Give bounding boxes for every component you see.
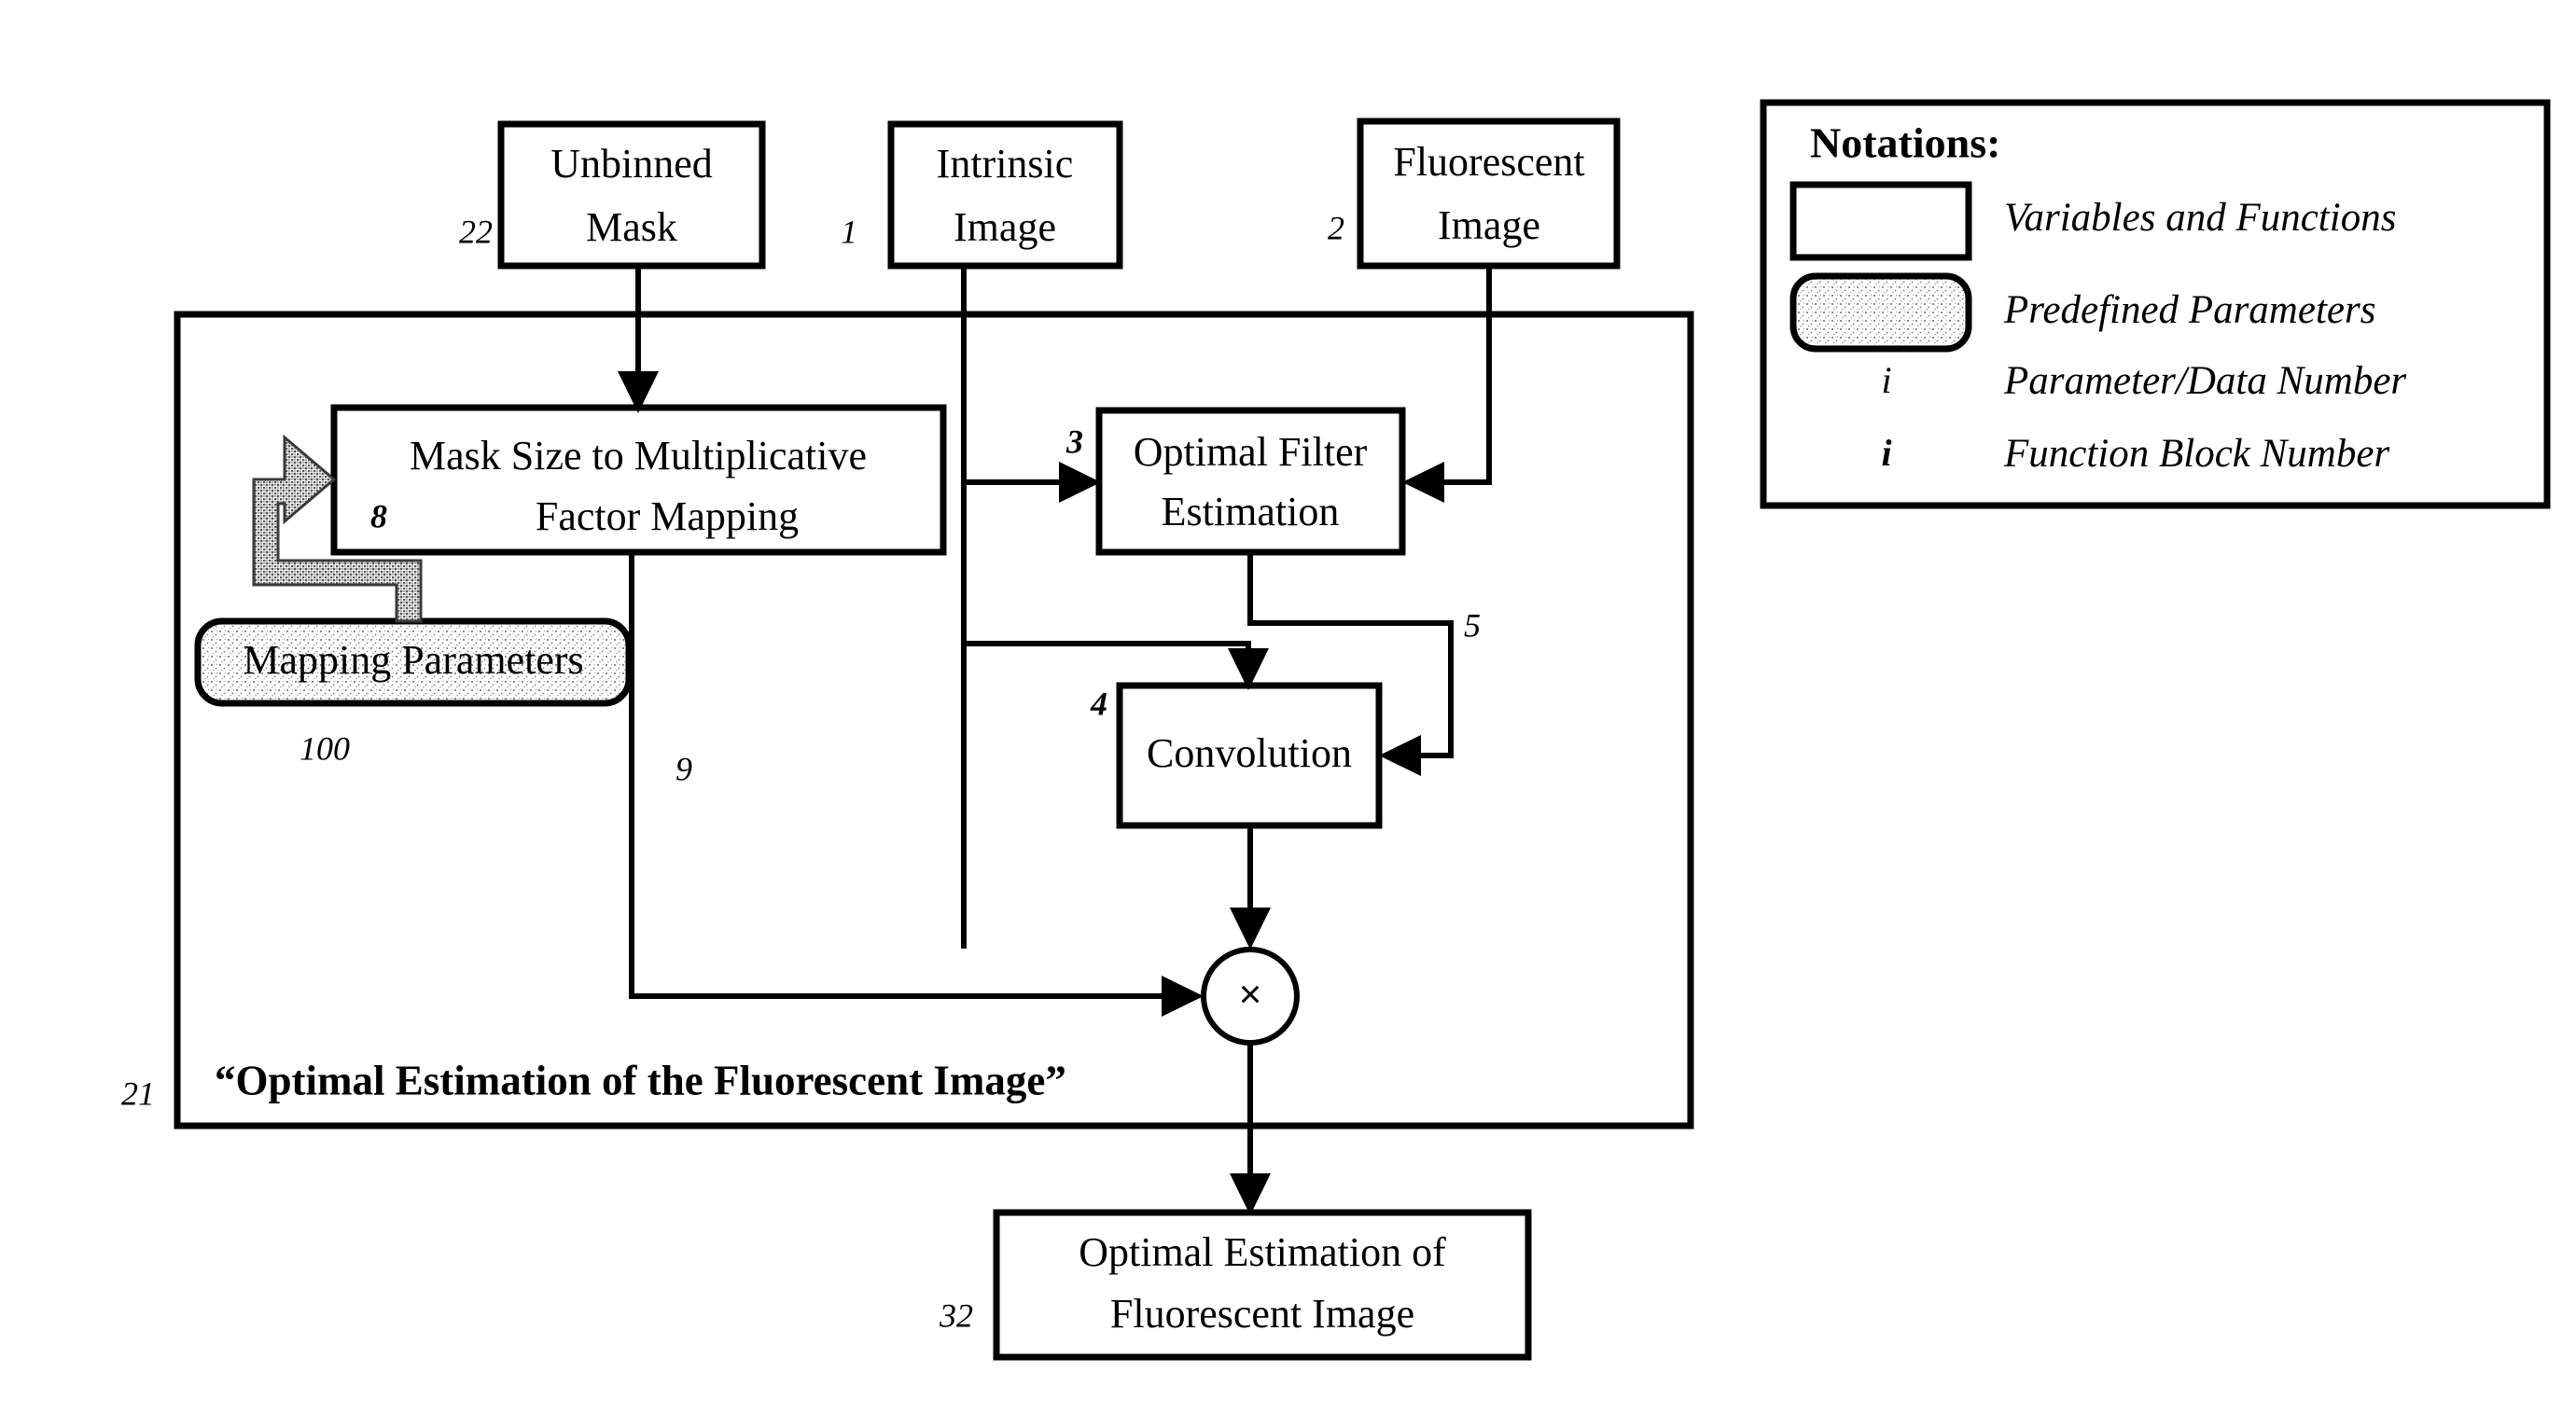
input-label-fluorescent-image-line1: Fluorescent: [1393, 139, 1584, 185]
input-label-unbinned-mask-line2: Mask: [586, 204, 677, 250]
process-label-optimal-filter-line2: Estimation: [1162, 489, 1340, 534]
legend-label-block-number: Function Block Number: [2003, 432, 2389, 476]
input-label-fluorescent-image-line2: Image: [1438, 202, 1540, 248]
process-label-optimal-filter-line1: Optimal Filter: [1134, 429, 1368, 475]
input-number-fluorescent-image: 2: [1328, 209, 1344, 246]
text-layer: Unbinned Mask 22 Intrinsic Image 1 Fluor…: [121, 119, 2406, 1338]
legend-symbol-block-number: i: [1881, 432, 1891, 474]
process-number-convolution: 4: [1090, 685, 1107, 722]
parameter-number-mapping-parameters: 100: [299, 729, 350, 767]
input-label-intrinsic-image-line1: Intrinsic: [937, 141, 1074, 187]
multiplier-symbol: ×: [1239, 972, 1262, 1016]
process-label-mask-size-line2: Factor Mapping: [536, 493, 799, 539]
process-number-mask-size: 8: [370, 497, 387, 534]
input-number-unbinned-mask: 22: [459, 213, 493, 250]
container-title: “Optimal Estimation of the Fluorescent I…: [215, 1057, 1066, 1103]
process-number-optimal-filter: 3: [1065, 423, 1083, 460]
legend-label-parameters: Predefined Parameters: [2003, 288, 2375, 332]
signal-number-filter-output: 5: [1464, 606, 1481, 644]
output-label-line1: Optimal Estimation of: [1079, 1229, 1446, 1275]
parameter-label-mapping-parameters: Mapping Parameters: [243, 637, 583, 683]
output-label-line2: Fluorescent Image: [1110, 1291, 1414, 1337]
input-label-unbinned-mask-line1: Unbinned: [550, 141, 713, 187]
legend-title: Notations:: [1810, 119, 2000, 167]
legend-symbol-data-number: i: [1881, 359, 1891, 401]
signal-number-multiplicative-factor: 9: [675, 750, 692, 787]
container-number: 21: [121, 1074, 155, 1112]
process-label-mask-size-line1: Mask Size to Multiplicative: [410, 433, 867, 478]
output-number: 32: [939, 1296, 973, 1334]
legend-label-variables: Variables and Functions: [2004, 196, 2396, 240]
process-label-convolution: Convolution: [1147, 730, 1352, 776]
legend-label-data-number: Parameter/Data Number: [2003, 359, 2406, 403]
input-number-intrinsic-image: 1: [841, 213, 857, 250]
input-label-intrinsic-image-line2: Image: [954, 204, 1056, 250]
figure-canvas: Unbinned Mask 22 Intrinsic Image 1 Fluor…: [0, 0, 2576, 1414]
